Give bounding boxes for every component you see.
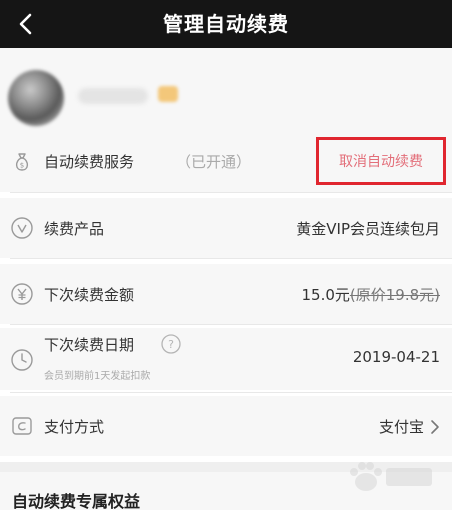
divider: [10, 192, 452, 193]
service-label: 自动续费服务: [44, 153, 135, 171]
vip-v-icon: [11, 217, 33, 239]
payment-label: 支付方式: [44, 418, 105, 436]
yen-icon: [11, 283, 33, 305]
clock-icon: [11, 349, 33, 371]
payment-method-row[interactable]: 支付方式 支付宝: [0, 396, 452, 456]
question-icon[interactable]: ?: [160, 333, 182, 355]
next-amount-row: 下次续费金额 15.0元(原价19.8元): [0, 264, 452, 324]
profile-section: [0, 48, 452, 132]
product-value: 黄金VIP会员连续包月: [296, 220, 440, 238]
svg-text:$: $: [20, 162, 24, 170]
watermark-logo: [350, 462, 432, 491]
next-date-row: 下次续费日期 ? 会员到期前1天发起扣款 2019-04-21: [0, 328, 452, 390]
amount-value-group: 15.0元(原价19.8元): [301, 284, 440, 305]
date-note: 会员到期前1天发起扣款: [44, 371, 151, 382]
page-title: 管理自动续费: [163, 12, 289, 36]
money-bag-icon: $: [15, 153, 29, 171]
amount-label: 下次续费金额: [44, 286, 135, 304]
divider: [10, 258, 452, 259]
chevron-right-icon: [431, 419, 439, 434]
product-label: 续费产品: [44, 220, 105, 238]
payment-value: 支付宝: [378, 418, 424, 436]
renew-product-row: 续费产品 黄金VIP会员连续包月: [0, 198, 452, 258]
card-icon: [12, 417, 32, 435]
amount-value: 15.0元: [301, 286, 350, 304]
date-value: 2019-04-21: [352, 348, 440, 366]
username-blurred: [78, 88, 148, 104]
date-label: 下次续费日期: [44, 336, 135, 354]
avatar: [8, 70, 64, 126]
vip-badge: [158, 86, 178, 102]
original-price: (原价19.8元): [349, 286, 440, 304]
benefits-title: 自动续费专属权益: [12, 492, 141, 510]
divider: [10, 392, 452, 393]
cancel-auto-renew-button[interactable]: 取消自动续费: [316, 137, 446, 185]
svg-text:?: ?: [168, 338, 174, 351]
top-navbar: 管理自动续费: [0, 0, 452, 48]
divider: [10, 324, 452, 325]
payment-value-group: 支付宝: [379, 416, 440, 437]
service-status: （已开通）: [176, 153, 252, 171]
